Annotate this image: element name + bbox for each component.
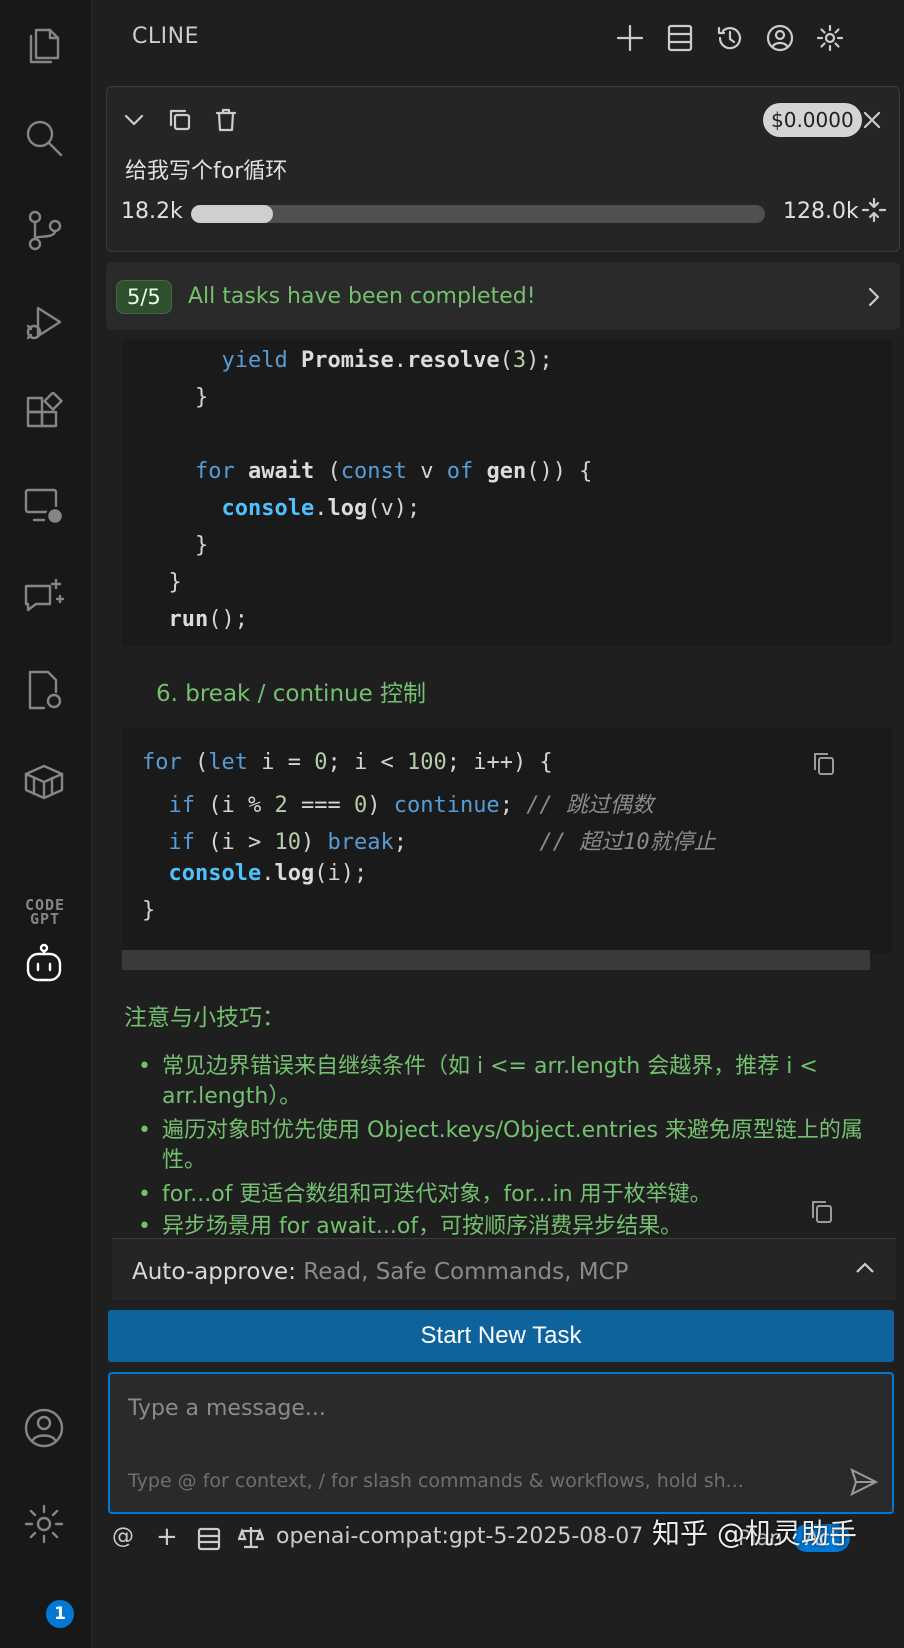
task-cost-badge: $0.0000: [763, 103, 862, 137]
code-line: for (let i = 0; i < 100; i++) {: [142, 750, 553, 775]
chevron-right-icon[interactable]: [856, 280, 890, 314]
send-icon[interactable]: [848, 1466, 882, 1500]
account-icon[interactable]: [20, 1404, 68, 1452]
section-heading: 6. break / continue 控制: [156, 681, 427, 707]
watermark: 知乎 @机灵助手: [652, 1517, 857, 1550]
tips-title: 注意与小技巧：: [124, 1005, 285, 1031]
task-header-card: $0.0000 给我写个for循环 18.2k 128.0k: [106, 86, 900, 252]
extensions-icon[interactable]: [20, 390, 68, 438]
task-progress-count: 5/5: [116, 280, 172, 314]
explorer-icon[interactable]: [20, 22, 68, 70]
code-line: if (i > 10) break; // 超过10就停止: [168, 830, 716, 855]
model-selector[interactable]: openai-compat:gpt-5-2025-08-07: [276, 1524, 643, 1549]
delete-task-icon[interactable]: [209, 103, 243, 137]
copy-code-icon[interactable]: [810, 750, 840, 780]
tip-item: for...of 更适合数组和可迭代对象，for...in 用于枚举键。: [138, 1180, 890, 1210]
chat-content[interactable]: yield Promise.resolve(3); } for await (c…: [92, 340, 904, 1296]
file-gear-icon[interactable]: [20, 666, 68, 714]
code-line: yield Promise.resolve(3);: [221, 348, 553, 373]
remote-explorer-icon[interactable]: [20, 482, 68, 530]
auto-approve-value: Read, Safe Commands, MCP: [303, 1259, 629, 1285]
new-task-plus-icon[interactable]: [612, 20, 648, 56]
activity-bar: CODE GPT 1: [0, 0, 92, 1648]
panel-header: CLINE: [92, 0, 904, 76]
code-line: for await (const v of gen()) {: [194, 459, 593, 484]
add-context-button[interactable]: @: [112, 1524, 134, 1549]
close-task-icon[interactable]: [855, 103, 889, 137]
context-max: 128.0k: [783, 199, 859, 224]
tip-item: 常见边界错误来自继续条件（如 i <= arr.length 会越界，推荐 i …: [138, 1052, 890, 1112]
code-line: }: [142, 570, 182, 595]
message-input[interactable]: Type a message... Type @ for context, / …: [108, 1372, 894, 1514]
code-line: console.log(v);: [221, 496, 421, 521]
auto-approve-label: Auto-approve: Read, Safe Commands, MCP: [132, 1259, 629, 1285]
auto-approve-bar[interactable]: Auto-approve: Read, Safe Commands, MCP: [112, 1238, 896, 1300]
horizontal-scrollbar[interactable]: [122, 950, 870, 970]
copy-task-icon[interactable]: [163, 103, 197, 137]
rules-scale-icon[interactable]: [237, 1524, 266, 1552]
code-line: run();: [168, 607, 249, 632]
settings-gear-icon[interactable]: [812, 20, 848, 56]
package-icon[interactable]: [20, 758, 68, 806]
source-control-icon[interactable]: [20, 206, 68, 254]
collapse-chevron-icon[interactable]: [117, 103, 151, 137]
context-used: 18.2k: [121, 199, 183, 224]
account-circle-icon[interactable]: [762, 20, 798, 56]
copy-message-icon[interactable]: [808, 1198, 838, 1228]
context-window-fill: [191, 205, 273, 223]
code-line: console.log(i);: [168, 861, 368, 886]
message-input-hint: Type @ for context, / for slash commands…: [128, 1470, 744, 1492]
chevron-up-icon[interactable]: [852, 1255, 882, 1285]
add-files-button[interactable]: +: [156, 1522, 178, 1552]
condense-context-icon[interactable]: [857, 193, 891, 227]
cline-panel: CLINE $0.0000 给我写个for循环 18.2k 128.0k 5/5…: [92, 0, 904, 1648]
code-line: if (i % 2 === 0) continue; // 跳过偶数: [168, 793, 654, 818]
start-new-task-button[interactable]: Start New Task: [108, 1310, 894, 1362]
code-block-async: yield Promise.resolve(3); } for await (c…: [122, 340, 892, 646]
manage-gear-icon[interactable]: [20, 1500, 68, 1548]
chat-sparkle-icon[interactable]: [20, 574, 68, 622]
history-icon[interactable]: [712, 20, 748, 56]
task-progress-label: All tasks have been completed!: [188, 284, 536, 309]
codegpt-icon[interactable]: CODE GPT: [19, 898, 71, 927]
panel-title: CLINE: [132, 24, 199, 49]
context-window-bar: [191, 205, 765, 223]
auto-approve-title: Auto-approve:: [132, 1259, 296, 1285]
cline-bot-icon[interactable]: [20, 940, 68, 988]
search-icon[interactable]: [20, 114, 68, 162]
mcp-icon[interactable]: [196, 1526, 224, 1554]
code-line: }: [142, 533, 209, 558]
task-progress-bar[interactable]: 5/5 All tasks have been completed!: [106, 262, 900, 330]
run-debug-icon[interactable]: [20, 298, 68, 346]
code-line: }: [142, 898, 156, 923]
tip-item: 遍历对象时优先使用 Object.keys/Object.entries 来避免…: [138, 1116, 890, 1176]
code-line: }: [142, 385, 209, 410]
notification-badge: 1: [44, 1598, 76, 1630]
code-block-break-continue: for (let i = 0; i < 100; i++) { if (i % …: [122, 728, 892, 954]
task-text: 给我写个for循环: [125, 159, 288, 184]
message-input-placeholder: Type a message...: [128, 1396, 326, 1421]
mcp-servers-icon[interactable]: [662, 20, 698, 56]
